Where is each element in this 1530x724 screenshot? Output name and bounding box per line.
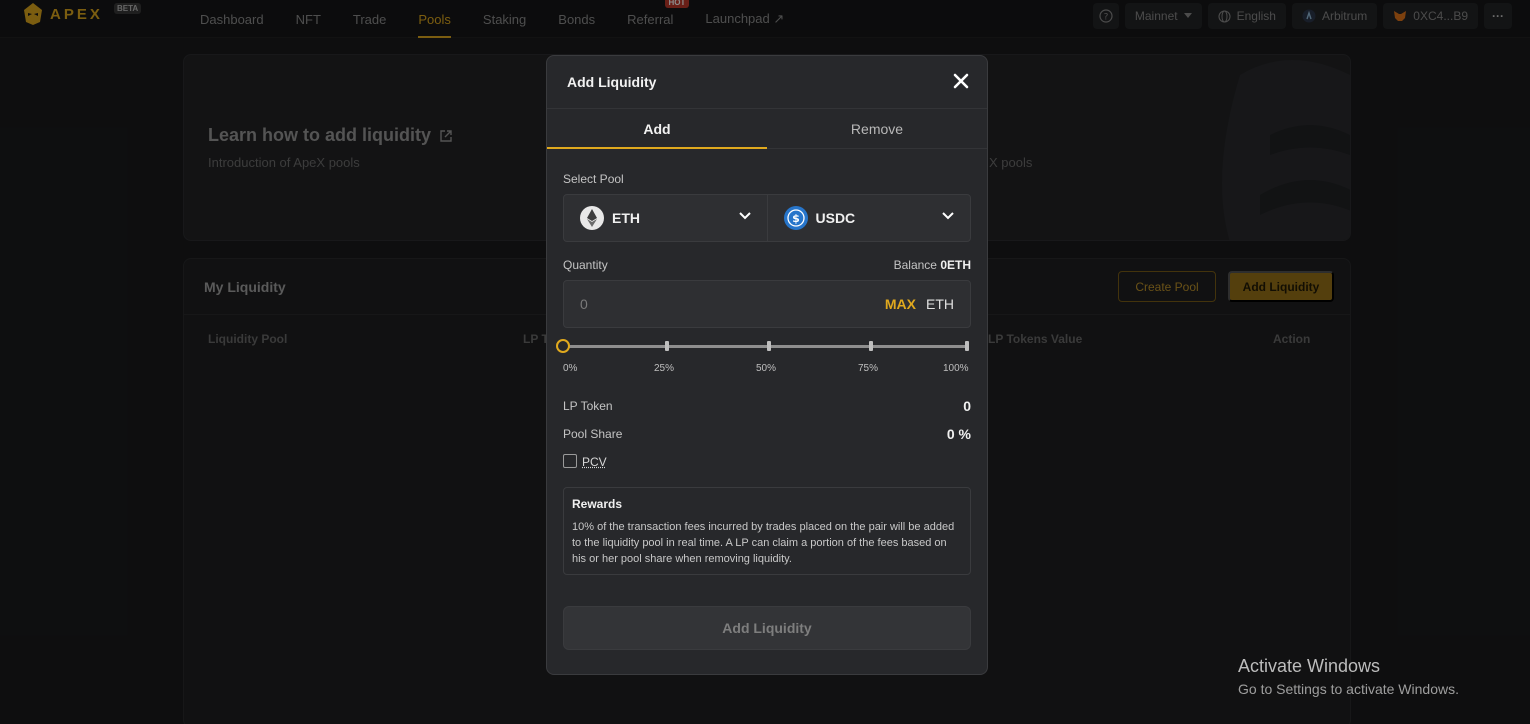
slider-tick-75[interactable] [869, 341, 873, 351]
svg-text:$: $ [792, 212, 800, 225]
usdc-icon: $ [783, 206, 808, 230]
slider-label-100: 100% [943, 363, 969, 374]
pool-select: ETH $ USDC [563, 194, 971, 242]
balance: Balance 0ETH [894, 258, 971, 272]
tab-add[interactable]: Add [547, 109, 767, 149]
windows-watermark-title: Activate Windows [1238, 656, 1381, 676]
balance-value: 0ETH [940, 258, 971, 272]
balance-label: Balance [893, 258, 937, 272]
rewards-text: 10% of the transaction fees incurred by … [572, 521, 955, 565]
lp-token-value: 0 [963, 398, 971, 414]
slider-thumb[interactable] [556, 339, 570, 353]
chevron-down-icon [942, 212, 954, 220]
lp-token-label: LP Token [563, 399, 613, 413]
quote-token-name: USDC [815, 210, 856, 226]
pool-share-value: 0 % [946, 426, 971, 442]
slider-label-75: 75% [858, 363, 879, 374]
chevron-down-icon [738, 212, 751, 220]
slider-label-50: 50% [756, 363, 777, 374]
pcv-checkbox[interactable] [563, 454, 577, 468]
modal-title: Add Liquidity [567, 74, 657, 90]
quantity-unit: ETH [926, 296, 954, 312]
close-icon[interactable] [951, 71, 971, 91]
slider-label-0: 0% [563, 363, 578, 374]
pcv-label[interactable]: PCV [582, 455, 607, 469]
submit-add-liquidity-button[interactable]: Add Liquidity [563, 606, 971, 650]
slider-tick-25[interactable] [665, 341, 669, 351]
quantity-input[interactable] [580, 281, 860, 327]
modal-tabs: Add Remove [547, 108, 987, 149]
windows-watermark-subtitle: Go to Settings to activate Windows. [1238, 681, 1459, 697]
slider-tick-100[interactable] [965, 341, 969, 351]
rewards-title: Rewards [572, 497, 623, 511]
slider-label-25: 25% [654, 363, 675, 374]
rewards-box: Rewards 10% of the transaction fees incu… [563, 487, 971, 575]
pool-share-label: Pool Share [563, 427, 623, 441]
select-pool-label: Select Pool [563, 172, 624, 186]
max-button[interactable]: MAX [885, 296, 916, 312]
base-token-select[interactable]: ETH [564, 195, 767, 241]
quantity-label: Quantity [563, 258, 608, 272]
tab-remove[interactable]: Remove [767, 109, 987, 148]
quote-token-select[interactable]: $ USDC [766, 195, 971, 241]
quantity-field: MAX ETH [563, 280, 971, 328]
slider-tick-50[interactable] [767, 341, 771, 351]
eth-icon [580, 206, 604, 230]
add-liquidity-modal: Add Liquidity Add Remove Select Pool ETH… [546, 55, 988, 675]
quantity-slider-track[interactable] [563, 345, 967, 348]
base-token-name: ETH [612, 210, 640, 226]
